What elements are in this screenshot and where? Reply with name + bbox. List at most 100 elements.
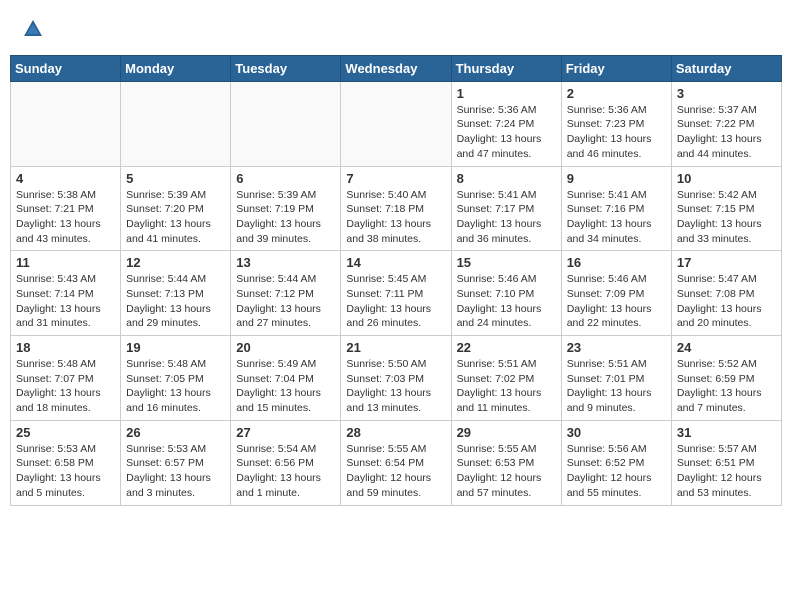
day-detail: Sunrise: 5:56 AM Sunset: 6:52 PM Dayligh… [567,442,666,501]
calendar-cell [231,81,341,166]
day-number: 5 [126,171,225,186]
page-header [10,10,782,51]
day-detail: Sunrise: 5:50 AM Sunset: 7:03 PM Dayligh… [346,357,445,416]
day-detail: Sunrise: 5:45 AM Sunset: 7:11 PM Dayligh… [346,272,445,331]
weekday-header-sunday: Sunday [11,55,121,81]
calendar-cell: 5Sunrise: 5:39 AM Sunset: 7:20 PM Daylig… [121,166,231,251]
day-detail: Sunrise: 5:38 AM Sunset: 7:21 PM Dayligh… [16,188,115,247]
day-detail: Sunrise: 5:37 AM Sunset: 7:22 PM Dayligh… [677,103,776,162]
calendar-cell: 21 Sunrise: 5:50 AM Sunset: 7:03 PM Dayli… [341,336,451,421]
calendar-cell: 2 Sunrise: 5:36 AM Sunset: 7:23 PM Daylig… [561,81,671,166]
calendar-cell: 19 Sunrise: 5:48 AM Sunset: 7:05 PM Dayli… [121,336,231,421]
day-number: 18 [16,340,115,355]
calendar-cell: 7 Sunrise: 5:40 AM Sunset: 7:18 PM Daylig… [341,166,451,251]
day-detail: Sunrise: 5:48 AM Sunset: 7:05 PM Dayligh… [126,357,225,416]
calendar-cell: 27Sunrise: 5:54 AM Sunset: 6:56 PM Dayli… [231,420,341,505]
day-number: 14 [346,255,445,270]
day-detail: Sunrise: 5:55 AM Sunset: 6:53 PM Dayligh… [457,442,556,501]
calendar-week-1: 1 Sunrise: 5:36 AM Sunset: 7:24 PM Daylig… [11,81,782,166]
day-number: 23 [567,340,666,355]
day-number: 15 [457,255,556,270]
day-number: 19 [126,340,225,355]
day-number: 10 [677,171,776,186]
day-number: 29 [457,425,556,440]
day-number: 3 [677,86,776,101]
day-number: 31 [677,425,776,440]
day-number: 25 [16,425,115,440]
day-number: 12 [126,255,225,270]
weekday-header-monday: Monday [121,55,231,81]
calendar-body: 1 Sunrise: 5:36 AM Sunset: 7:24 PM Daylig… [11,81,782,505]
calendar-cell: 28 Sunrise: 5:55 AM Sunset: 6:54 PM Dayli… [341,420,451,505]
day-detail: Sunrise: 5:52 AM Sunset: 6:59 PM Dayligh… [677,357,776,416]
day-detail: Sunrise: 5:44 AM Sunset: 7:13 PM Dayligh… [126,272,225,331]
calendar-cell: 12 Sunrise: 5:44 AM Sunset: 7:13 PM Dayli… [121,251,231,336]
day-number: 2 [567,86,666,101]
calendar-cell: 8 Sunrise: 5:41 AM Sunset: 7:17 PM Daylig… [451,166,561,251]
day-number: 8 [457,171,556,186]
calendar-cell [121,81,231,166]
logo [20,18,44,45]
day-number: 1 [457,86,556,101]
calendar-cell: 30Sunrise: 5:56 AM Sunset: 6:52 PM Dayli… [561,420,671,505]
day-number: 6 [236,171,335,186]
calendar-cell [341,81,451,166]
day-number: 22 [457,340,556,355]
day-detail: Sunrise: 5:46 AM Sunset: 7:09 PM Dayligh… [567,272,666,331]
calendar-cell: 25Sunrise: 5:53 AM Sunset: 6:58 PM Dayli… [11,420,121,505]
calendar-week-4: 18 Sunrise: 5:48 AM Sunset: 7:07 PM Dayli… [11,336,782,421]
day-detail: Sunrise: 5:43 AM Sunset: 7:14 PM Dayligh… [16,272,115,331]
day-number: 24 [677,340,776,355]
day-number: 28 [346,425,445,440]
day-detail: Sunrise: 5:47 AM Sunset: 7:08 PM Dayligh… [677,272,776,331]
calendar-cell [11,81,121,166]
weekday-header-wednesday: Wednesday [341,55,451,81]
day-detail: Sunrise: 5:48 AM Sunset: 7:07 PM Dayligh… [16,357,115,416]
calendar-cell: 16 Sunrise: 5:46 AM Sunset: 7:09 PM Dayli… [561,251,671,336]
day-number: 16 [567,255,666,270]
calendar-cell: 15 Sunrise: 5:46 AM Sunset: 7:10 PM Dayli… [451,251,561,336]
day-detail: Sunrise: 5:55 AM Sunset: 6:54 PM Dayligh… [346,442,445,501]
weekday-header-row: SundayMondayTuesdayWednesdayThursdayFrid… [11,55,782,81]
calendar-week-2: 4 Sunrise: 5:38 AM Sunset: 7:21 PM Daylig… [11,166,782,251]
calendar-cell: 9Sunrise: 5:41 AM Sunset: 7:16 PM Daylig… [561,166,671,251]
calendar-week-5: 25Sunrise: 5:53 AM Sunset: 6:58 PM Dayli… [11,420,782,505]
calendar-cell: 4 Sunrise: 5:38 AM Sunset: 7:21 PM Daylig… [11,166,121,251]
calendar-cell: 14 Sunrise: 5:45 AM Sunset: 7:11 PM Dayli… [341,251,451,336]
weekday-header-tuesday: Tuesday [231,55,341,81]
calendar-cell: 18 Sunrise: 5:48 AM Sunset: 7:07 PM Dayli… [11,336,121,421]
weekday-header-saturday: Saturday [671,55,781,81]
weekday-header-thursday: Thursday [451,55,561,81]
calendar-cell: 26Sunrise: 5:53 AM Sunset: 6:57 PM Dayli… [121,420,231,505]
day-detail: Sunrise: 5:40 AM Sunset: 7:18 PM Dayligh… [346,188,445,247]
day-number: 9 [567,171,666,186]
day-detail: Sunrise: 5:51 AM Sunset: 7:01 PM Dayligh… [567,357,666,416]
day-detail: Sunrise: 5:42 AM Sunset: 7:15 PM Dayligh… [677,188,776,247]
day-number: 27 [236,425,335,440]
day-number: 20 [236,340,335,355]
calendar-cell: 6 Sunrise: 5:39 AM Sunset: 7:19 PM Daylig… [231,166,341,251]
calendar-cell: 11 Sunrise: 5:43 AM Sunset: 7:14 PM Dayli… [11,251,121,336]
day-detail: Sunrise: 5:44 AM Sunset: 7:12 PM Dayligh… [236,272,335,331]
weekday-header-friday: Friday [561,55,671,81]
calendar-cell: 20 Sunrise: 5:49 AM Sunset: 7:04 PM Dayli… [231,336,341,421]
calendar-cell: 17 Sunrise: 5:47 AM Sunset: 7:08 PM Dayli… [671,251,781,336]
calendar-cell: 10 Sunrise: 5:42 AM Sunset: 7:15 PM Dayli… [671,166,781,251]
day-number: 21 [346,340,445,355]
calendar-cell: 13Sunrise: 5:44 AM Sunset: 7:12 PM Dayli… [231,251,341,336]
day-detail: Sunrise: 5:36 AM Sunset: 7:23 PM Dayligh… [567,103,666,162]
day-number: 4 [16,171,115,186]
day-detail: Sunrise: 5:49 AM Sunset: 7:04 PM Dayligh… [236,357,335,416]
calendar-cell: 29 Sunrise: 5:55 AM Sunset: 6:53 PM Dayli… [451,420,561,505]
logo-icon [22,18,44,40]
calendar-cell: 3 Sunrise: 5:37 AM Sunset: 7:22 PM Daylig… [671,81,781,166]
day-detail: Sunrise: 5:41 AM Sunset: 7:17 PM Dayligh… [457,188,556,247]
calendar-cell: 23 Sunrise: 5:51 AM Sunset: 7:01 PM Dayli… [561,336,671,421]
day-number: 7 [346,171,445,186]
day-detail: Sunrise: 5:57 AM Sunset: 6:51 PM Dayligh… [677,442,776,501]
day-detail: Sunrise: 5:46 AM Sunset: 7:10 PM Dayligh… [457,272,556,331]
day-detail: Sunrise: 5:39 AM Sunset: 7:19 PM Dayligh… [236,188,335,247]
day-detail: Sunrise: 5:36 AM Sunset: 7:24 PM Dayligh… [457,103,556,162]
day-number: 17 [677,255,776,270]
day-number: 11 [16,255,115,270]
